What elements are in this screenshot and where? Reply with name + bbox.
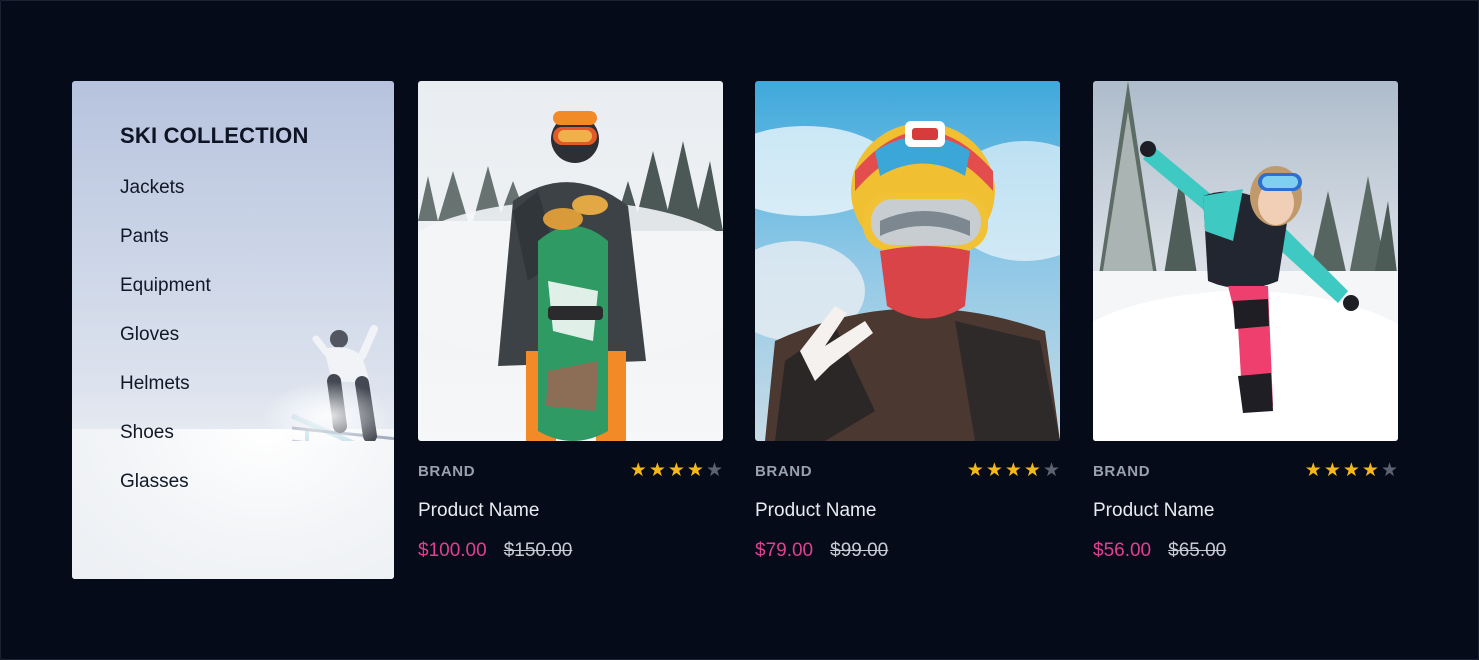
category-item-gloves[interactable]: Gloves (120, 322, 211, 371)
category-list: Jackets Pants Equipment Gloves Helmets S… (120, 175, 211, 518)
product-brand: BRAND (1093, 463, 1151, 480)
category-item-shoes[interactable]: Shoes (120, 420, 211, 469)
product-name[interactable]: Product Name (418, 500, 539, 522)
category-item-glasses[interactable]: Glasses (120, 469, 211, 518)
star-empty-icon: ★ (705, 460, 723, 481)
product-brand: BRAND (418, 463, 476, 480)
collection-title: SKI COLLECTION (120, 123, 309, 148)
product-name[interactable]: Product Name (1093, 500, 1214, 522)
sale-price: $56.00 (1093, 540, 1152, 561)
category-item-helmets[interactable]: Helmets (120, 371, 211, 420)
collection-sidebar: SKI COLLECTION Jackets Pants Equipment G… (72, 81, 394, 579)
star-filled-icon: ★ (667, 460, 685, 481)
star-filled-icon: ★ (966, 460, 984, 481)
star-filled-icon: ★ (1323, 460, 1341, 481)
category-item-jackets[interactable]: Jackets (120, 175, 211, 224)
star-filled-icon: ★ (686, 460, 704, 481)
product-card[interactable]: BRAND ★ ★ ★ ★ ★ Product Name $56.00 $65.… (1093, 81, 1398, 561)
product-rating: ★ ★ ★ ★ ★ (1305, 461, 1398, 481)
product-image-snowboarder[interactable] (418, 81, 723, 441)
star-filled-icon: ★ (629, 460, 647, 481)
star-empty-icon: ★ (1042, 460, 1060, 481)
product-image-skier-in-snow[interactable] (1093, 81, 1398, 441)
star-filled-icon: ★ (648, 460, 666, 481)
category-item-equipment[interactable]: Equipment (120, 273, 211, 322)
product-card[interactable]: BRAND ★ ★ ★ ★ ★ Product Name $100.00 $15… (418, 81, 723, 561)
snow-spray (262, 381, 392, 451)
category-item-pants[interactable]: Pants (120, 224, 211, 273)
product-prices: $79.00 $99.00 (755, 540, 888, 562)
star-filled-icon: ★ (1342, 460, 1360, 481)
star-filled-icon: ★ (1023, 460, 1041, 481)
star-filled-icon: ★ (1004, 460, 1022, 481)
product-meta-row: BRAND ★ ★ ★ ★ ★ (1093, 460, 1398, 484)
product-rating: ★ ★ ★ ★ ★ (630, 461, 723, 481)
product-meta-row: BRAND ★ ★ ★ ★ ★ (418, 460, 723, 484)
product-prices: $56.00 $65.00 (1093, 540, 1226, 562)
product-name[interactable]: Product Name (755, 500, 876, 522)
product-prices: $100.00 $150.00 (418, 540, 572, 562)
product-image-helmet-selfie[interactable] (755, 81, 1060, 441)
original-price: $65.00 (1168, 540, 1227, 561)
original-price: $99.00 (830, 540, 889, 561)
product-brand: BRAND (755, 463, 813, 480)
sale-price: $100.00 (418, 540, 487, 561)
original-price: $150.00 (503, 540, 573, 561)
product-meta-row: BRAND ★ ★ ★ ★ ★ (755, 460, 1060, 484)
star-filled-icon: ★ (1361, 460, 1379, 481)
star-filled-icon: ★ (985, 460, 1003, 481)
product-card[interactable]: BRAND ★ ★ ★ ★ ★ Product Name $79.00 $99.… (755, 81, 1060, 561)
sale-price: $79.00 (755, 540, 814, 561)
product-rating: ★ ★ ★ ★ ★ (967, 461, 1060, 481)
star-empty-icon: ★ (1380, 460, 1398, 481)
star-filled-icon: ★ (1304, 460, 1322, 481)
